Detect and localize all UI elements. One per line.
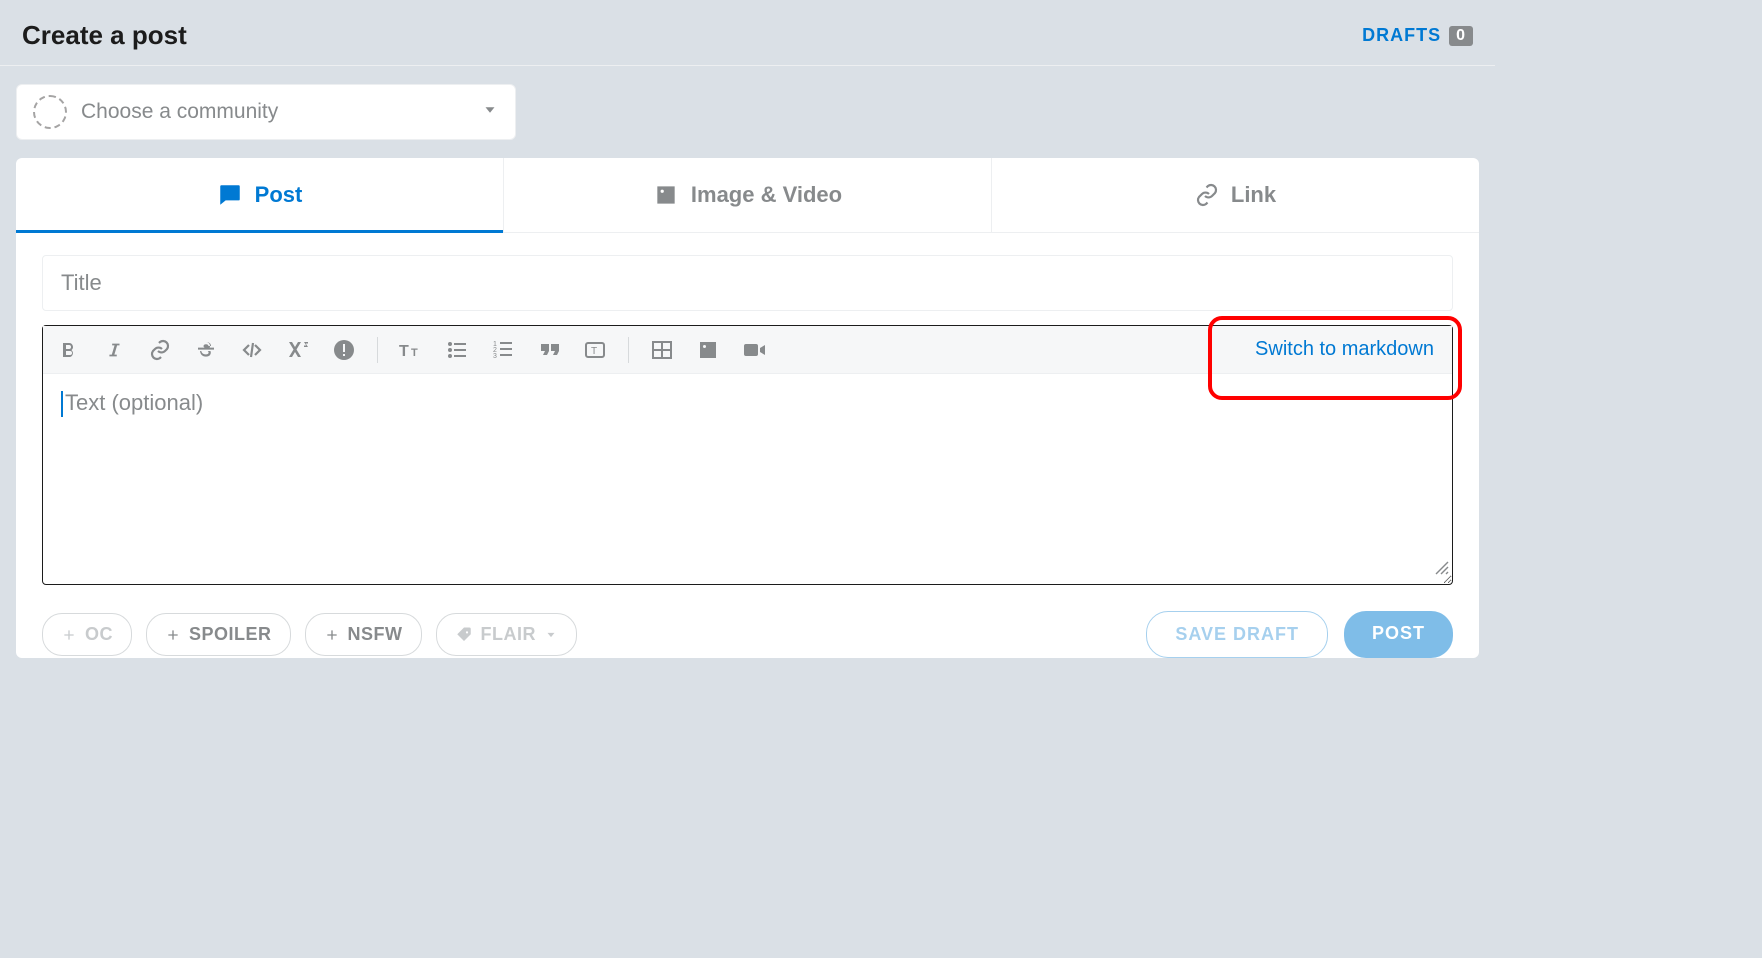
flair-tag-button[interactable]: FLAIR bbox=[436, 613, 578, 656]
body-textarea[interactable]: Text (optional) bbox=[43, 374, 1452, 584]
tab-link[interactable]: Link bbox=[992, 158, 1479, 232]
drafts-label: DRAFTS bbox=[1362, 25, 1441, 46]
numbered-list-button[interactable]: 123 bbox=[488, 335, 518, 365]
link-icon bbox=[1195, 183, 1219, 207]
action-buttons-group: SAVE DRAFT POST bbox=[1146, 611, 1453, 658]
body-placeholder-text: Text (optional) bbox=[65, 390, 203, 415]
drafts-button[interactable]: DRAFTS 0 bbox=[1362, 25, 1473, 46]
resize-handle-icon[interactable] bbox=[1434, 556, 1450, 582]
table-button[interactable] bbox=[647, 335, 677, 365]
bullet-list-button[interactable] bbox=[442, 335, 472, 365]
heading-button[interactable]: TT bbox=[396, 335, 426, 365]
drafts-count-badge: 0 bbox=[1449, 26, 1473, 46]
plus-icon bbox=[324, 627, 340, 643]
nsfw-tag-button[interactable]: NSFW bbox=[305, 613, 422, 656]
inline-code-button[interactable] bbox=[237, 335, 267, 365]
post-type-tabs: Post Image & Video Link bbox=[16, 158, 1479, 233]
nsfw-label: NSFW bbox=[348, 624, 403, 645]
plus-icon bbox=[165, 627, 181, 643]
post-button[interactable]: POST bbox=[1344, 611, 1453, 658]
svg-text:3: 3 bbox=[493, 353, 497, 360]
spoiler-label: SPOILER bbox=[189, 624, 272, 645]
chevron-down-icon bbox=[544, 628, 558, 642]
community-picker[interactable]: Choose a community bbox=[16, 84, 516, 140]
svg-text:T: T bbox=[411, 347, 418, 359]
editor-toolbar: TT 123 T Switch to markdown bbox=[43, 326, 1452, 374]
code-block-button[interactable]: T bbox=[580, 335, 610, 365]
superscript-button[interactable] bbox=[283, 335, 313, 365]
tab-post[interactable]: Post bbox=[16, 158, 504, 232]
post-icon bbox=[217, 182, 243, 208]
plus-icon bbox=[61, 627, 77, 643]
bold-button[interactable] bbox=[53, 335, 83, 365]
post-card: Post Image & Video Link bbox=[16, 158, 1479, 658]
save-draft-button[interactable]: SAVE DRAFT bbox=[1146, 611, 1328, 658]
image-icon bbox=[653, 182, 679, 208]
switch-to-markdown-button[interactable]: Switch to markdown bbox=[1247, 334, 1442, 365]
spoiler-button[interactable] bbox=[329, 335, 359, 365]
toolbar-separator bbox=[628, 337, 629, 363]
oc-label: OC bbox=[85, 624, 113, 645]
svg-text:T: T bbox=[591, 346, 597, 357]
community-placeholder-icon bbox=[33, 95, 67, 129]
flair-label: FLAIR bbox=[481, 624, 537, 645]
page-title: Create a post bbox=[22, 20, 187, 51]
link-button[interactable] bbox=[145, 335, 175, 365]
chevron-down-icon bbox=[481, 101, 499, 124]
editor-box: TT 123 T Switch to markdown Text (option… bbox=[42, 325, 1453, 585]
text-cursor bbox=[61, 391, 63, 417]
tag-buttons-group: OC SPOILER NSFW FLAIR bbox=[42, 613, 577, 656]
video-button[interactable] bbox=[739, 335, 769, 365]
tab-link-label: Link bbox=[1231, 182, 1276, 208]
quote-button[interactable] bbox=[534, 335, 564, 365]
tab-image-video-label: Image & Video bbox=[691, 182, 842, 208]
community-placeholder-text: Choose a community bbox=[81, 100, 278, 124]
oc-tag-button[interactable]: OC bbox=[42, 613, 132, 656]
tag-icon bbox=[455, 626, 473, 644]
tab-post-label: Post bbox=[255, 182, 303, 208]
spoiler-tag-button[interactable]: SPOILER bbox=[146, 613, 291, 656]
tab-image-video[interactable]: Image & Video bbox=[504, 158, 992, 232]
italic-button[interactable] bbox=[99, 335, 129, 365]
svg-text:T: T bbox=[399, 343, 409, 360]
toolbar-separator bbox=[377, 337, 378, 363]
image-button[interactable] bbox=[693, 335, 723, 365]
title-input[interactable] bbox=[42, 255, 1453, 311]
strikethrough-button[interactable] bbox=[191, 335, 221, 365]
